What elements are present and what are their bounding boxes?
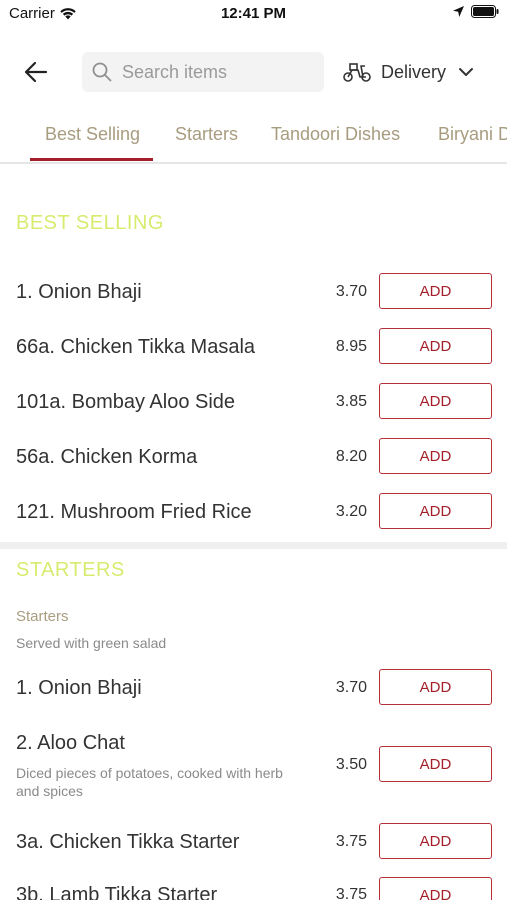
section-divider	[0, 542, 507, 549]
item-price: 3.75	[335, 833, 367, 850]
status-right	[452, 5, 499, 18]
item-name: 1. Onion Bhaji	[16, 281, 142, 303]
category-subheading: Starters	[16, 608, 69, 625]
item-price: 3.75	[335, 886, 367, 900]
arrow-left-icon	[24, 61, 48, 83]
add-button[interactable]: ADD	[379, 328, 492, 364]
section-title-best-selling: BEST SELLING	[16, 212, 164, 234]
back-button[interactable]	[20, 58, 52, 86]
item-price: 3.20	[335, 503, 367, 520]
status-time: 12:41 PM	[220, 5, 287, 22]
chevron-down-icon	[459, 68, 474, 76]
add-button[interactable]: ADD	[379, 823, 492, 859]
search-box[interactable]	[82, 52, 324, 92]
add-button[interactable]: ADD	[379, 746, 492, 782]
section-title-starters: STARTERS	[16, 559, 125, 581]
delivery-select[interactable]: Delivery	[342, 56, 477, 88]
add-button[interactable]: ADD	[379, 669, 492, 705]
add-button[interactable]: ADD	[379, 383, 492, 419]
item-price: 8.95	[335, 338, 367, 355]
tab-tandoori-dishes[interactable]: Tandoori Dishes	[271, 124, 400, 145]
location-arrow-icon	[453, 6, 464, 17]
item-name: 1. Onion Bhaji	[16, 677, 142, 699]
category-note: Served with green salad	[16, 635, 167, 651]
tab-best-selling[interactable]: Best Selling	[45, 124, 140, 145]
category-tabs: Best Selling Starters Tandoori Dishes Bi…	[0, 114, 507, 164]
item-price: 3.50	[335, 756, 367, 773]
active-tab-indicator	[30, 158, 153, 161]
item-name: 56a. Chicken Korma	[16, 446, 198, 468]
scooter-icon	[343, 63, 371, 82]
item-name: 3a. Chicken Tikka Starter	[16, 831, 240, 853]
search-input[interactable]	[122, 61, 312, 83]
item-description: Diced pieces of potatoes, cooked with he…	[16, 765, 283, 799]
add-button[interactable]: ADD	[379, 273, 492, 309]
tab-starters[interactable]: Starters	[175, 124, 238, 145]
item-price: 3.70	[335, 283, 367, 300]
item-name: 3b. Lamb Tikka Starter	[16, 884, 218, 900]
item-name: 2. Aloo Chat	[16, 732, 125, 754]
status-bar: Carrier 12:41 PM	[0, 0, 507, 28]
item-name: 101a. Bombay Aloo Side	[16, 391, 236, 413]
header: Delivery	[0, 50, 507, 94]
search-icon	[92, 62, 112, 82]
item-price: 8.20	[335, 448, 367, 465]
add-button[interactable]: ADD	[379, 438, 492, 474]
add-button[interactable]: ADD	[379, 877, 492, 900]
item-name: 121. Mushroom Fried Rice	[16, 501, 252, 523]
battery-icon	[471, 5, 499, 18]
item-price: 3.85	[335, 393, 367, 410]
tab-biryani-dishes[interactable]: Biryani Dishes	[438, 124, 507, 145]
delivery-label: Delivery	[381, 61, 447, 82]
add-button[interactable]: ADD	[379, 493, 492, 529]
item-name: 66a. Chicken Tikka Masala	[16, 336, 256, 358]
item-price: 3.70	[335, 679, 367, 696]
